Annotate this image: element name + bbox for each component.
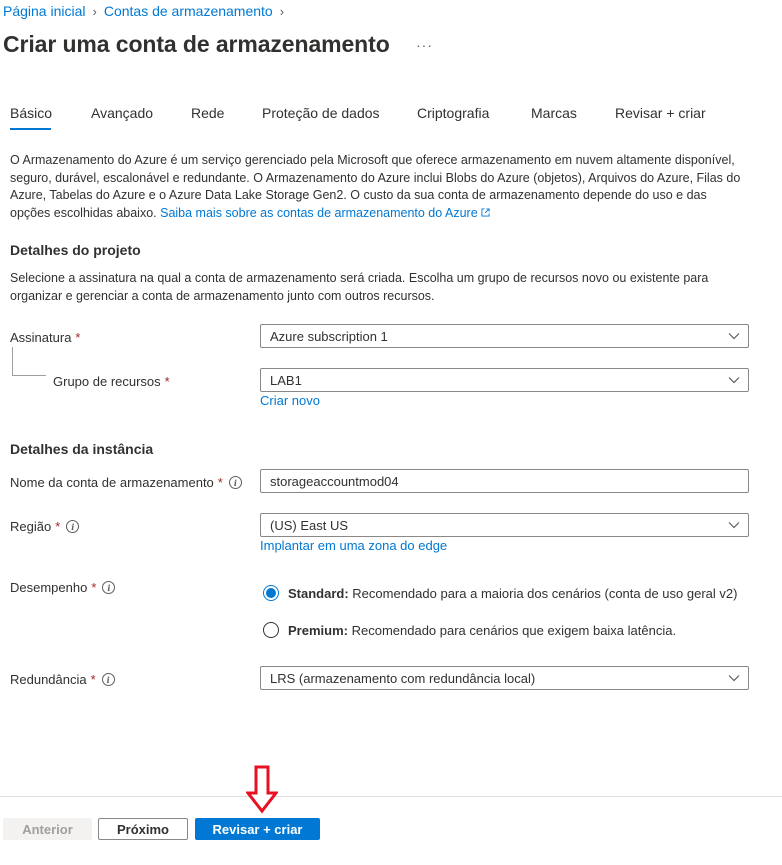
- tab-rede[interactable]: Rede: [191, 105, 224, 121]
- region-dropdown[interactable]: (US) East US: [260, 513, 749, 537]
- ellipsis-icon[interactable]: ···: [416, 37, 433, 53]
- subscription-label: Assinatura *: [10, 330, 80, 345]
- radio-unselected[interactable]: [263, 622, 279, 638]
- breadcrumb: Página inicial › Contas de armazenamento…: [3, 3, 291, 19]
- tab-protecao-de-dados[interactable]: Proteção de dados: [262, 105, 380, 121]
- chevron-right-icon: ›: [92, 3, 97, 19]
- project-details-heading: Detalhes do projeto: [10, 242, 141, 258]
- instance-details-heading: Detalhes da instância: [10, 441, 154, 457]
- region-label: Região * i: [10, 519, 80, 534]
- footer-divider: [0, 796, 782, 797]
- performance-label-text: Desempenho: [10, 580, 88, 595]
- review-create-button[interactable]: Revisar + criar: [195, 818, 320, 840]
- account-name-label-text: Nome da conta de armazenamento: [10, 475, 214, 490]
- tab-marcas[interactable]: Marcas: [531, 105, 577, 121]
- required-asterisk: *: [55, 519, 61, 534]
- info-icon[interactable]: i: [101, 673, 115, 686]
- performance-premium-option[interactable]: Premium: Recomendado para cenários que e…: [263, 622, 676, 638]
- region-value: (US) East US: [270, 517, 349, 533]
- tree-connector-line: [12, 375, 46, 376]
- external-link-icon: [481, 208, 490, 217]
- tab-criptografia[interactable]: Criptografia: [417, 105, 489, 121]
- red-down-arrow-icon: [246, 765, 278, 814]
- chevron-down-icon: [728, 377, 740, 384]
- resource-group-label-text: Grupo de recursos: [53, 374, 161, 389]
- create-new-resource-group-link[interactable]: Criar novo: [260, 393, 320, 408]
- resource-group-value: LAB1: [270, 372, 302, 388]
- previous-button[interactable]: Anterior: [3, 818, 92, 840]
- performance-standard-option[interactable]: Standard: Recomendado para a maioria dos…: [263, 585, 737, 601]
- subscription-dropdown[interactable]: Azure subscription 1: [260, 324, 749, 348]
- redundancy-value: LRS (armazenamento com redundância local…: [270, 670, 536, 686]
- chevron-down-icon: [728, 333, 740, 340]
- radio-selected[interactable]: [263, 585, 279, 601]
- premium-option-desc: Recomendado para cenários que exigem bai…: [351, 622, 677, 638]
- learn-more-link[interactable]: Saiba mais sobre as contas de armazename…: [160, 206, 478, 220]
- chevron-right-icon: ›: [279, 3, 285, 19]
- next-button[interactable]: Próximo: [98, 818, 188, 840]
- redundancy-dropdown[interactable]: LRS (armazenamento com redundância local…: [260, 666, 749, 690]
- deploy-edge-zone-link[interactable]: Implantar em uma zona do edge: [260, 538, 447, 553]
- active-tab-indicator: [10, 128, 51, 130]
- standard-option-name: Standard:: [288, 585, 349, 601]
- account-name-label: Nome da conta de armazenamento * i: [10, 475, 242, 490]
- standard-option-desc: Recomendado para a maioria dos cenários …: [352, 585, 738, 601]
- breadcrumb-home-link[interactable]: Página inicial: [3, 3, 86, 19]
- redundancy-label-text: Redundância: [10, 672, 87, 687]
- premium-option-name: Premium:: [288, 622, 348, 638]
- page-title: Criar uma conta de armazenamento: [3, 31, 390, 57]
- required-asterisk: *: [164, 374, 170, 389]
- tab-avancado[interactable]: Avançado: [91, 105, 153, 121]
- intro-text-block: O Armazenamento do Azure é um serviço ge…: [10, 152, 745, 222]
- info-icon[interactable]: i: [228, 476, 242, 489]
- info-icon[interactable]: i: [66, 520, 80, 533]
- project-details-description: Selecione a assinatura na qual a conta d…: [10, 271, 709, 303]
- tab-revisar-criar[interactable]: Revisar + criar: [615, 105, 706, 121]
- required-asterisk: *: [217, 475, 223, 490]
- resource-group-label: Grupo de recursos *: [53, 374, 170, 389]
- subscription-value: Azure subscription 1: [270, 328, 388, 344]
- resource-group-dropdown[interactable]: LAB1: [260, 368, 749, 392]
- required-asterisk: *: [90, 672, 96, 687]
- performance-label: Desempenho * i: [10, 580, 116, 595]
- breadcrumb-storage-accounts-link[interactable]: Contas de armazenamento: [104, 3, 273, 19]
- subscription-label-text: Assinatura: [10, 330, 72, 345]
- tree-connector-line: [12, 347, 13, 375]
- info-icon[interactable]: i: [102, 581, 116, 594]
- region-label-text: Região: [10, 519, 52, 534]
- redundancy-label: Redundância * i: [10, 672, 115, 687]
- required-asterisk: *: [75, 330, 81, 345]
- tab-basico[interactable]: Básico: [10, 105, 52, 121]
- storage-account-name-input[interactable]: storageaccountmod04: [260, 469, 749, 493]
- required-asterisk: *: [91, 580, 97, 595]
- chevron-down-icon: [728, 522, 740, 529]
- chevron-down-icon: [728, 675, 740, 682]
